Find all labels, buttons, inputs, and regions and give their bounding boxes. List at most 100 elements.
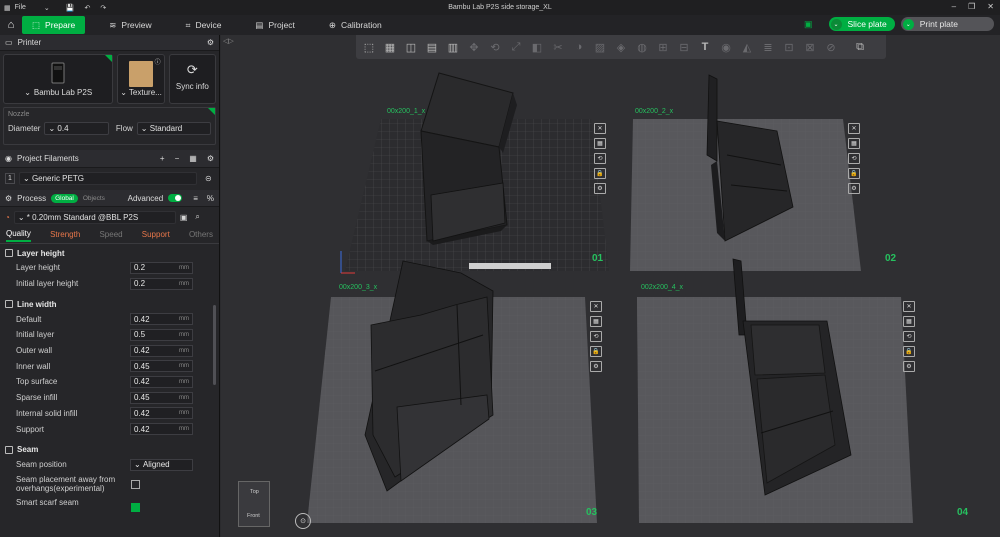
layer-height-input[interactable]: 0.2 mm (130, 261, 193, 274)
plate-type-selector[interactable]: ⓘ ⌄ Texture... (117, 54, 165, 104)
maximize-icon[interactable]: ❐ (968, 2, 975, 11)
tab-support[interactable]: Support (142, 230, 170, 241)
delete-plate-icon[interactable]: ✕ (590, 301, 602, 312)
tab-device[interactable]: ⌗ Device (176, 16, 232, 34)
orient-plate-icon[interactable]: ⟲ (903, 331, 915, 342)
tab-calibration[interactable]: ⊕ Calibration (319, 16, 392, 34)
save-icon[interactable]: 💾 (66, 4, 75, 12)
group-line-width: Line width (0, 297, 219, 311)
tab-preview[interactable]: ≋ Preview (99, 16, 161, 34)
process-icon: ⚙ (5, 193, 13, 203)
smart-scarf-checkbox[interactable] (131, 502, 140, 512)
param-row: Initial layer height 0.2 mm (0, 276, 219, 292)
export-icon[interactable]: ▣ (804, 19, 813, 30)
preset-icon: ◔ (5, 212, 10, 222)
settings-circle-icon[interactable]: ⊝ (205, 174, 212, 183)
nozzle-flow-select[interactable]: ⌄ Standard (136, 122, 211, 135)
seam-overhang-checkbox[interactable] (131, 479, 140, 489)
lock-plate-icon[interactable]: 🔒 (903, 346, 915, 357)
arrange-plate-icon[interactable]: ▦ (594, 138, 606, 149)
tab-others[interactable]: Others (189, 230, 213, 241)
sidebar-scrollbar[interactable] (213, 305, 216, 385)
tab-project[interactable]: ▤ Project (245, 16, 305, 34)
param-row: Inner wall 0.45 mm (0, 358, 219, 374)
undo-icon[interactable]: ↶ (85, 4, 91, 12)
save-preset-icon[interactable]: ▣ (180, 213, 188, 222)
plate-settings-icon[interactable]: ⚙ (590, 361, 602, 372)
sync-filament-icon[interactable]: ▦ (189, 154, 197, 163)
nozzle-diameter-select[interactable]: ⌄ 0.4 (44, 122, 109, 135)
arrange-plate-icon[interactable]: ▦ (848, 138, 860, 149)
zoom-to-fit-icon[interactable]: ⊙ (295, 513, 311, 529)
plate-3-number: 03 (586, 507, 598, 518)
3d-viewport[interactable]: ◁▷ ⬚ ▦ ◫ ▤ ▥ ✥ ⟲ ⤢ ◧ ✂ ◑ ▨ ◈ ◍ ⊞ ⊟ T ◉ ◭… (221, 35, 1000, 537)
internal-solid-infill-width-input[interactable]: 0.42 mm (130, 407, 193, 420)
support-width-input[interactable]: 0.42 mm (130, 423, 193, 436)
global-toggle[interactable]: Global (51, 193, 78, 203)
orient-plate-icon[interactable]: ⟲ (594, 153, 606, 164)
chevron-down-icon[interactable]: ⌄ (902, 18, 914, 30)
process-preset-select[interactable]: ⌄ * 0.20mm Standard @BBL P2S (13, 210, 176, 224)
compare-icon[interactable]: ≡ (193, 194, 198, 203)
chevron-down-icon: ⌄ (120, 88, 127, 97)
orient-plate-icon[interactable]: ⟲ (848, 153, 860, 164)
param-row: Outer wall 0.42 mm (0, 343, 219, 359)
param-row: Smart scarf seam (0, 495, 219, 512)
chevron-down-icon: ⌄ (48, 124, 58, 133)
plate-thumbnail-icon (129, 61, 154, 87)
minimize-icon[interactable]: – (952, 2, 956, 11)
chevron-down-icon[interactable]: ⌄ (44, 4, 50, 12)
delete-plate-icon[interactable]: ✕ (594, 123, 606, 134)
chevron-down-icon: ⌄ (24, 88, 31, 97)
close-icon[interactable]: ✕ (987, 2, 994, 11)
tab-speed[interactable]: Speed (99, 230, 122, 241)
lock-plate-icon[interactable]: 🔒 (590, 346, 602, 357)
delete-plate-icon[interactable]: ✕ (903, 301, 915, 312)
slice-plate-button[interactable]: ⌄ Slice plate (828, 17, 895, 31)
initial-layer-height-input[interactable]: 0.2 mm (130, 277, 193, 290)
search-icon[interactable]: ⌕ (195, 212, 199, 222)
sparse-infill-width-input[interactable]: 0.45 mm (130, 391, 193, 404)
initial-layer-width-input[interactable]: 0.5 mm (130, 328, 193, 341)
chevron-down-icon: ⌄ (23, 173, 32, 183)
sync-info-button[interactable]: ⟳ Sync info (168, 54, 216, 104)
percent-icon[interactable]: % (207, 194, 214, 203)
home-icon[interactable]: ⌂ (0, 15, 22, 35)
advanced-toggle[interactable] (168, 194, 183, 202)
seam-position-select[interactable]: ⌄ Aligned (130, 458, 193, 471)
param-row: Default 0.42 mm (0, 311, 219, 327)
plate-settings-icon[interactable]: ⚙ (594, 183, 606, 194)
gear-icon[interactable]: ⚙ (207, 154, 214, 163)
gear-icon[interactable]: ⚙ (207, 38, 214, 47)
inner-wall-width-input[interactable]: 0.45 mm (130, 360, 193, 373)
add-icon[interactable]: + (160, 154, 165, 163)
lock-plate-icon[interactable]: 🔒 (848, 168, 860, 179)
top-surface-width-input[interactable]: 0.42 mm (130, 375, 193, 388)
plate-settings-icon[interactable]: ⚙ (848, 183, 860, 194)
filament-index[interactable]: 1 (5, 172, 15, 184)
tab-prepare[interactable]: ⬚ Prepare (22, 16, 86, 34)
filament-select[interactable]: ⌄ Generic PETG (19, 171, 197, 185)
param-row: Internal solid infill 0.42 mm (0, 406, 219, 422)
line-width-icon (5, 300, 13, 309)
tab-quality[interactable]: Quality (6, 229, 31, 242)
outer-wall-width-input[interactable]: 0.42 mm (130, 344, 193, 357)
printer-selector[interactable]: ⌄ Bambu Lab P2S (3, 54, 114, 104)
file-menu[interactable]: File (15, 4, 26, 11)
objects-toggle[interactable]: Objects (83, 195, 105, 202)
arrange-plate-icon[interactable]: ▦ (903, 316, 915, 327)
lock-plate-icon[interactable]: 🔒 (594, 168, 606, 179)
arrange-plate-icon[interactable]: ▦ (590, 316, 602, 327)
orient-plate-icon[interactable]: ⟲ (590, 331, 602, 342)
plate-3-tools: ✕ ▦ ⟲ 🔒 ⚙ (590, 301, 602, 372)
print-plate-button[interactable]: ⌄ Print plate (900, 17, 994, 31)
info-icon[interactable]: ⓘ (155, 57, 161, 66)
redo-icon[interactable]: ↷ (100, 4, 106, 12)
plate-settings-icon[interactable]: ⚙ (903, 361, 915, 372)
remove-icon[interactable]: − (175, 154, 180, 163)
view-navigation-cube[interactable]: Top Front (238, 481, 270, 527)
default-width-input[interactable]: 0.42 mm (130, 313, 193, 326)
tab-strength[interactable]: Strength (50, 230, 80, 241)
delete-plate-icon[interactable]: ✕ (848, 123, 860, 134)
chevron-down-icon[interactable]: ⌄ (830, 18, 842, 30)
